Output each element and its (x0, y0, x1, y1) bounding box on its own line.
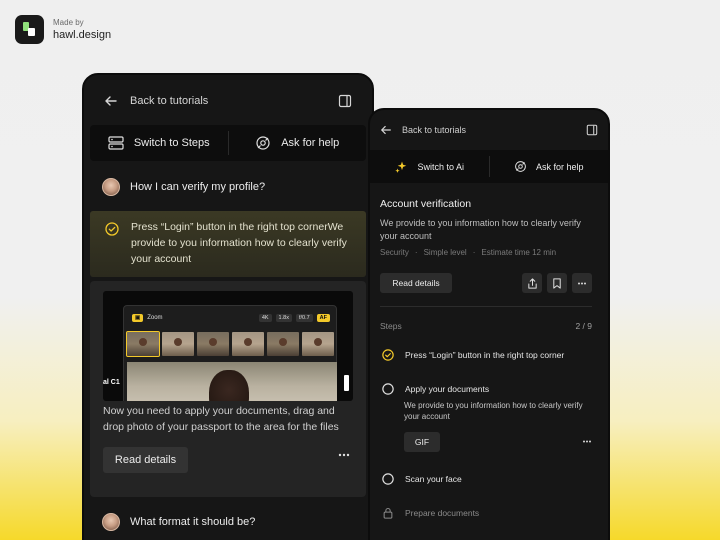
avatar (102, 178, 120, 196)
sparkle-icon (394, 160, 408, 174)
check-circle-icon (382, 349, 394, 361)
answer-description: Now you need to apply your documents, dr… (103, 405, 339, 433)
steps-header: Steps 2 / 9 (380, 321, 592, 331)
switch-to-steps-label: Switch to Steps (133, 137, 210, 149)
main-video (127, 362, 337, 401)
participant-thumb (232, 332, 264, 356)
mode-switch: Switch to Ai Ask for help (370, 150, 608, 183)
meta-separator: · (472, 248, 476, 257)
more-options-icon[interactable] (338, 453, 350, 457)
zoom-window: ▣ Zoom 4K 1.8x f/0.7 AF (123, 305, 337, 401)
back-arrow-icon[interactable] (104, 94, 118, 108)
zoom-chip: f/0.7 (295, 314, 313, 322)
server-icon (108, 136, 124, 150)
empty-circle-icon (382, 473, 394, 485)
step-item-4: Prepare documents (382, 507, 592, 519)
ai-answer-highlight: Press “Login” button in the right top co… (90, 211, 366, 277)
participant-thumbnails (126, 331, 334, 357)
meta-category: Security (380, 248, 409, 257)
step-detail: We provide to you information how to cle… (404, 401, 583, 421)
help-chat-icon (255, 135, 271, 151)
back-arrow-icon[interactable] (380, 124, 392, 136)
gif-button[interactable]: GIF (404, 432, 440, 452)
step-label: Prepare documents (405, 508, 480, 518)
more-options-icon[interactable] (582, 440, 592, 443)
ask-for-help-label: Ask for help (281, 137, 340, 149)
bookmark-icon (552, 277, 562, 289)
switch-to-steps-button[interactable]: Switch to Steps (90, 125, 228, 161)
hawl-logo-icon (15, 15, 44, 44)
avatar (102, 513, 120, 531)
brand-text: Made by hawl.design (53, 18, 111, 41)
media-side-bar (344, 375, 349, 391)
help-chat-icon (514, 160, 527, 173)
top-bar: Back to tutorials (84, 75, 372, 127)
share-icon (527, 277, 538, 289)
question-text: What format it should be? (130, 516, 256, 528)
switch-to-ai-label: Switch to Ai (417, 161, 465, 172)
meta-level: Simple level (423, 248, 467, 257)
brand-made-by: Made by (53, 18, 84, 27)
meta-time: Estimate time 12 min (481, 248, 557, 257)
divider (380, 306, 592, 307)
question-text: How I can verify my profile? (130, 181, 266, 193)
step-item-3[interactable]: Scan your face (382, 473, 592, 485)
zoom-app-name: Zoom (147, 315, 163, 321)
more-button[interactable] (572, 273, 592, 293)
media-side-label: al C1 (103, 379, 120, 386)
participant-thumb (197, 332, 229, 356)
brand-name: hawl.design (53, 29, 112, 41)
participant-thumb (267, 332, 299, 356)
lock-icon (382, 507, 394, 519)
back-to-tutorials-link[interactable]: Back to tutorials (130, 95, 338, 107)
sidebar-toggle-icon[interactable] (338, 94, 352, 108)
zoom-toolbar: ▣ Zoom 4K 1.8x f/0.7 AF (132, 312, 330, 324)
mode-switch: Switch to Steps Ask for help (90, 125, 366, 161)
zoom-chip: 1.8x (275, 314, 292, 322)
page-title: Account verification (380, 198, 472, 210)
highlight-text: Press “Login” button in the right top co… (131, 221, 347, 265)
share-button[interactable] (522, 273, 542, 293)
ask-for-help-label: Ask for help (535, 161, 584, 172)
step-label: Apply your documents (405, 384, 490, 394)
participant-thumb (126, 331, 160, 357)
step-item-1[interactable]: Press “Login” button in the right top co… (382, 349, 592, 361)
brand: Made by hawl.design (15, 15, 111, 44)
switch-to-ai-button[interactable]: Switch to Ai (370, 150, 489, 183)
user-question-2: What format it should be? (102, 513, 255, 531)
meta-separator: · (414, 248, 418, 257)
tutorial-meta: Security · Simple level · Estimate time … (380, 248, 596, 257)
zoom-chip: 4K (258, 314, 272, 322)
empty-circle-icon (382, 383, 394, 395)
read-details-button[interactable]: Read details (103, 447, 188, 473)
answer-card: ▣ Zoom 4K 1.8x f/0.7 AF al C1 Now you ne… (90, 281, 366, 497)
sidebar-toggle-icon[interactable] (586, 124, 598, 136)
participant-thumb (302, 332, 334, 356)
ask-for-help-button[interactable]: Ask for help (490, 150, 609, 183)
more-options-icon (577, 282, 587, 285)
back-to-tutorials-link[interactable]: Back to tutorials (402, 125, 586, 135)
user-question: How I can verify my profile? (102, 178, 265, 196)
tutorial-media[interactable]: ▣ Zoom 4K 1.8x f/0.7 AF al C1 (103, 291, 353, 401)
tutorial-summary: Account verification We provide to you i… (380, 198, 596, 257)
zoom-chip-af: AF (316, 314, 330, 322)
check-circle-icon (105, 222, 119, 236)
participant-thumb (162, 332, 194, 356)
step-item-2[interactable]: Apply your documents (382, 383, 592, 395)
bookmark-button[interactable] (547, 273, 567, 293)
tutorial-subtext: We provide to you information how to cle… (380, 218, 581, 241)
action-row: Read details (380, 273, 592, 293)
step-label: Scan your face (405, 474, 462, 484)
steps-count: 2 / 9 (575, 321, 592, 331)
ask-for-help-button[interactable]: Ask for help (229, 125, 367, 161)
phone-steps-view: Back to tutorials Switch to Ai Ask for h… (368, 108, 610, 540)
steps-label: Steps (380, 321, 402, 331)
step-label: Press “Login” button in the right top co… (405, 350, 565, 360)
phone-chat-view: Back to tutorials Switch to Steps Ask fo… (82, 73, 374, 540)
read-details-button[interactable]: Read details (380, 273, 452, 293)
zoom-app-icon: ▣ (132, 314, 144, 322)
top-bar: Back to tutorials (370, 110, 608, 150)
